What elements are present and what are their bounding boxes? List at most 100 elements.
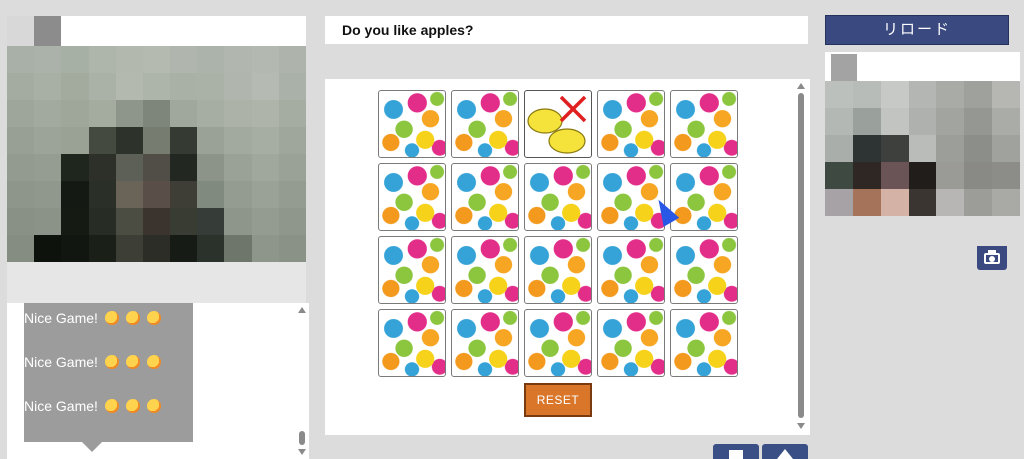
video-pixel: [936, 108, 965, 135]
card-grid: [378, 90, 738, 377]
chat-message: Nice Game!: [24, 351, 164, 373]
video-pixel: [142, 100, 171, 127]
video-pixel: [88, 208, 116, 235]
video-pixel: [880, 135, 909, 162]
video-pixel: [880, 108, 909, 135]
video-pixel: [88, 100, 116, 127]
party-face-icon: [125, 399, 140, 413]
video-pixel: [224, 154, 252, 181]
video-pixel: [224, 46, 252, 73]
video-pixel: [61, 127, 89, 154]
party-face-icon: [125, 355, 140, 369]
card-face-down[interactable]: [597, 163, 665, 231]
scroll-up-arrow-icon[interactable]: [797, 83, 805, 89]
video-pixel: [251, 181, 279, 208]
video-pixel: [852, 108, 881, 135]
scroll-top-button[interactable]: [762, 444, 808, 459]
video-pixel: [224, 73, 252, 100]
chat-message: Nice Game!: [24, 395, 164, 417]
video-pixel: [7, 127, 35, 154]
camera-button[interactable]: [977, 246, 1007, 270]
video-pixel: [197, 208, 225, 235]
video-pixel: [908, 81, 937, 108]
video-pixel: [170, 46, 198, 73]
card-face-down[interactable]: [378, 90, 446, 158]
video-pixel: [142, 46, 171, 73]
card-face-down[interactable]: [597, 309, 665, 377]
card-face-down[interactable]: [670, 163, 738, 231]
card-face-down[interactable]: [378, 309, 446, 377]
video-pixel: [7, 154, 35, 181]
party-face-icon: [146, 355, 161, 369]
video-pixel: [34, 73, 62, 100]
card-face-down[interactable]: [451, 236, 519, 304]
scroll-thumb[interactable]: [798, 93, 804, 418]
video-pixel: [197, 154, 225, 181]
video-pixel: [908, 162, 937, 189]
card-face-down[interactable]: [378, 236, 446, 304]
video-pixel: [224, 208, 252, 235]
video-pixel: [278, 100, 306, 127]
video-pixel: [936, 189, 965, 216]
card-face-down[interactable]: [597, 236, 665, 304]
video-pixel: [278, 154, 306, 181]
reload-button[interactable]: リロード: [825, 15, 1009, 45]
video-pixel: [992, 162, 1020, 189]
card-lemons[interactable]: [524, 90, 592, 158]
video-pixel: [224, 127, 252, 154]
avatar-placeholder: [831, 54, 857, 81]
card-face-down[interactable]: [451, 309, 519, 377]
video-pixel: [278, 73, 306, 100]
card-face-down[interactable]: [670, 90, 738, 158]
party-face-icon: [104, 311, 119, 325]
my-camera-panel: [7, 16, 306, 303]
video-pixel: [992, 108, 1020, 135]
scroll-up-arrow-icon[interactable]: [298, 307, 306, 313]
video-pixel: [197, 100, 225, 127]
video-pixel: [278, 235, 306, 262]
video-pixel: [142, 127, 171, 154]
card-face-down[interactable]: [451, 163, 519, 231]
card-face-down[interactable]: [670, 236, 738, 304]
video-pixel: [7, 73, 35, 100]
card-face-down[interactable]: [524, 163, 592, 231]
video-pixel: [170, 154, 198, 181]
game-scrollbar[interactable]: [795, 83, 807, 429]
video-pixel: [61, 73, 89, 100]
video-pixel: [88, 127, 116, 154]
video-pixel: [251, 73, 279, 100]
video-pixel: [115, 100, 143, 127]
video-pixel: [964, 108, 993, 135]
card-face-down[interactable]: [524, 236, 592, 304]
stamp-button[interactable]: [713, 444, 759, 459]
scroll-down-arrow-icon[interactable]: [797, 423, 805, 429]
video-pixel: [34, 154, 62, 181]
video-pixel: [825, 162, 853, 189]
video-pixel: [88, 73, 116, 100]
video-pixel: [34, 181, 62, 208]
video-pixel: [852, 135, 881, 162]
chat-log[interactable]: Nice Game! Nice Game! Nice Game!: [7, 303, 309, 459]
arrow-up-icon: [777, 449, 793, 459]
chat-scrollbar[interactable]: [295, 303, 309, 459]
partner-camera-video: [825, 81, 1020, 216]
video-pixel: [34, 235, 62, 262]
video-pixel: [964, 135, 993, 162]
video-pixel: [170, 181, 198, 208]
card-face-down[interactable]: [597, 90, 665, 158]
video-pixel: [251, 46, 279, 73]
card-face-down[interactable]: [524, 309, 592, 377]
scroll-down-arrow-icon[interactable]: [298, 449, 306, 455]
scroll-thumb[interactable]: [299, 431, 305, 445]
card-face-down[interactable]: [378, 163, 446, 231]
video-pixel: [825, 135, 853, 162]
card-face-down[interactable]: [670, 309, 738, 377]
reset-button[interactable]: RESET: [524, 383, 592, 417]
video-pixel: [197, 235, 225, 262]
video-pixel: [251, 127, 279, 154]
video-pixel: [908, 189, 937, 216]
card-face-down[interactable]: [451, 90, 519, 158]
video-pixel: [88, 154, 116, 181]
video-pixel: [197, 73, 225, 100]
video-pixel: [880, 189, 909, 216]
